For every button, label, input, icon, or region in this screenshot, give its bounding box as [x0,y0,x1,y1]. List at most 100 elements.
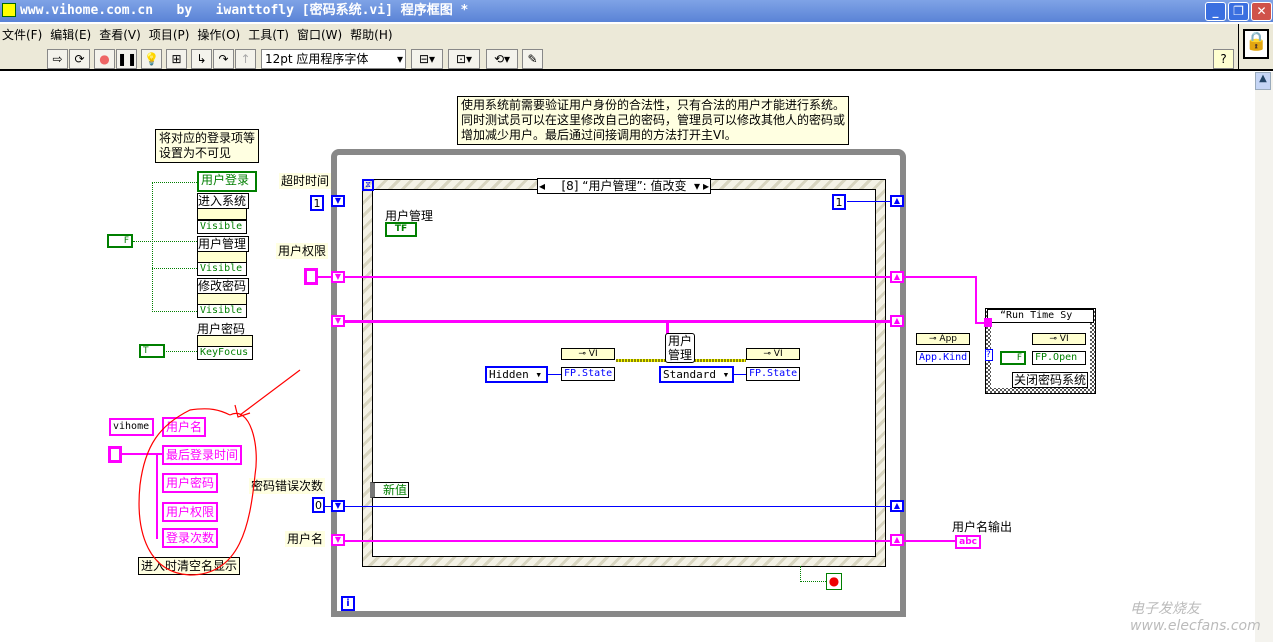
abort-icon[interactable]: ● [94,49,115,69]
step-into-icon[interactable]: ↳ [191,49,212,69]
menu-help[interactable]: 帮助(H) [350,28,392,42]
new-value-node: 新值 [370,482,409,498]
lock-key-icon: 🔒 [1243,29,1269,59]
timeout-constant[interactable]: 1 [310,195,324,211]
vi-class-label: VI [1059,334,1069,344]
wire-hidden [548,374,561,375]
menu-project[interactable]: 项目(P) [149,28,190,42]
wire-pwd-visible [152,311,197,312]
chevron-down-icon: ▾ [396,52,403,66]
item-user-mgmt: 用户管理 [197,236,249,252]
close-button[interactable]: ✕ [1251,2,1272,21]
scroll-up-icon[interactable]: ▲ [1255,72,1271,90]
fp-open-property[interactable]: FP.Open [1032,351,1086,365]
wire-user-permission-down [975,276,977,324]
fp-state-property[interactable]: FP.State [746,367,800,381]
event-structure[interactable] [362,179,886,567]
fp-state-property[interactable]: FP.State [561,367,615,381]
shift-register-left-icon: ▼ [331,271,345,283]
app-property-node-head: ⊸ App [916,333,970,345]
visible-property[interactable]: Visible [197,262,247,276]
next-case-icon[interactable]: ▸ [703,179,709,193]
minimize-button[interactable]: _ [1205,2,1226,21]
vertical-scrollbar[interactable]: ▲ [1255,72,1273,642]
case-selector-input: ? [985,349,993,361]
run-continuous-icon[interactable]: ⟳ [69,49,90,69]
menu-tools[interactable]: 工具(T) [248,28,289,42]
watermark: 电子发烧友 www.elecfans.com [1130,601,1261,634]
false-constant[interactable]: F [107,234,133,248]
context-help-button[interactable]: ? [1213,49,1234,69]
shift-register-left-icon: ▼ [331,500,345,512]
run-arrow-icon[interactable]: ⇨ [47,49,68,69]
timeout-terminal: ⧖ [362,179,374,191]
visible-property[interactable]: Visible [197,220,247,234]
event-case-label: [8] “用户管理”: 值改变 [561,179,687,193]
user-login-reference[interactable]: 用户登录 [197,171,257,192]
shift-register-left-icon: ▼ [331,195,345,207]
highlight-bulb-icon[interactable]: 💡 [141,49,162,69]
case-selector-terminal [984,318,992,327]
hidden-enum-value: Hidden [489,368,529,381]
loop-iteration-terminal: i [341,596,355,611]
username-output-indicator[interactable]: abc [955,535,981,549]
restore-button[interactable]: ❐ [1228,2,1249,21]
standard-enum-value: Standard [663,368,716,381]
distribute-icon[interactable]: ⊡▾ [448,49,480,69]
wire-username [345,540,955,542]
user-permission-label: 用户权限 [276,243,329,259]
shift-register-right-icon: ▲ [890,534,904,546]
menu-operate[interactable]: 操作(O) [197,28,240,42]
shift-register-right-icon: ▲ [890,500,904,512]
align-icon[interactable]: ⊟▾ [411,49,443,69]
vi-class-label: VI [773,349,783,359]
shift-register-left-icon: ▼ [331,534,345,546]
user-mgmt-terminal[interactable]: TF [385,222,417,237]
username-output-label: 用户名输出 [952,520,1013,534]
pause-icon[interactable]: ❚❚ [116,49,137,69]
wire-user-permission [318,276,976,278]
reorder-icon[interactable]: ⟲▾ [486,49,518,69]
red-annotation-circle [138,369,301,576]
wire-mgmt-visible [152,268,197,269]
app-kind-property[interactable]: App.Kind [916,351,970,365]
step-over-icon[interactable]: ↷ [213,49,234,69]
wire-boolean-false [152,182,153,312]
return-constant[interactable]: 1 [832,194,846,210]
item-change-password: 修改密码 [197,278,249,294]
pwd-error-constant[interactable]: 0 [312,497,325,513]
keyfocus-property[interactable]: KeyFocus [197,346,253,360]
wire-keyfocus [164,351,197,352]
title-bar: www.vihome.com.cn by iwanttofly [密码系统.vi… [0,0,1273,22]
retain-wire-icon[interactable]: ⊞ [166,49,187,69]
app-class-label: App [939,334,957,344]
false-constant[interactable]: F [1000,351,1026,365]
standard-enum[interactable]: Standard ▾ [659,366,734,383]
left-comment: 将对应的登录项等 设置为不可见 [155,129,260,163]
case-selector[interactable]: “Run Time Sy [987,309,1094,323]
menu-file[interactable]: 文件(F) [2,28,42,42]
prev-case-icon[interactable]: ◂ [539,179,545,193]
cluster-constant[interactable] [108,446,122,463]
user-permission-constant[interactable] [304,268,318,285]
top-comment: 使用系统前需要验证用户身份的合法性，只有合法的用户才能进行系统。 同时测试员可以… [457,96,850,145]
case-dropdown-icon[interactable]: ▾ [694,179,700,193]
hidden-enum[interactable]: Hidden ▾ [485,366,548,383]
step-out-icon[interactable]: ↑ [235,49,256,69]
vi-icon-lock: 🔒 [1238,24,1273,71]
menu-view[interactable]: 查看(V) [99,28,141,42]
vi-icon [2,3,16,17]
true-constant[interactable]: T [139,344,165,358]
visible-property[interactable]: Visible [197,304,247,318]
font-select[interactable]: 12pt 应用程序字体 ▾ [261,49,406,69]
stop-condition-icon[interactable]: ● [826,573,842,590]
cleanup-diagram-icon[interactable]: ✎ [522,49,543,69]
wire-boolean-false-h [133,241,197,242]
window-title: www.vihome.com.cn by iwanttofly [密码系统.vi… [20,3,469,18]
menu-window[interactable]: 窗口(W) [297,28,342,42]
menu-edit[interactable]: 编辑(E) [50,28,91,42]
shift-register-right-icon: ▲ [890,315,904,327]
event-case-selector[interactable]: ◂ [8] “用户管理”: 值改变 ▾ ▸ [537,178,711,194]
user-mgmt-reference[interactable]: 用户 管理 [665,333,695,363]
vi-class-label: VI [588,349,598,359]
